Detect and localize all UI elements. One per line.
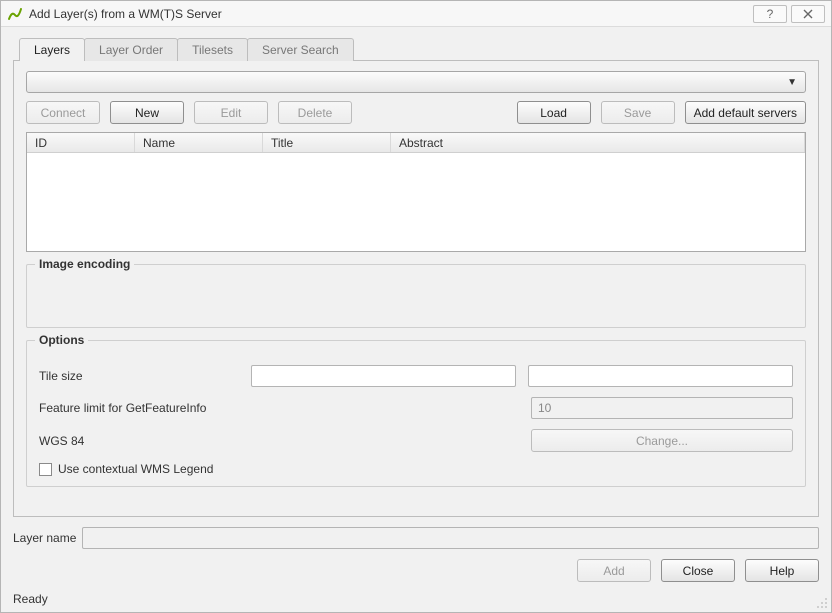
- tab-bar: Layers Layer Order Tilesets Server Searc…: [19, 37, 819, 60]
- contextual-legend-label: Use contextual WMS Legend: [58, 462, 213, 476]
- list-body: [27, 153, 805, 251]
- contextual-legend-checkbox[interactable]: [39, 463, 52, 476]
- window-title: Add Layer(s) from a WM(T)S Server: [29, 7, 749, 21]
- close-titlebar-button[interactable]: [791, 5, 825, 23]
- option-row-crs: WGS 84 Change...: [39, 429, 793, 452]
- button-label: Edit: [221, 106, 242, 120]
- help-button[interactable]: Help: [745, 559, 819, 582]
- connection-button-row: Connect New Edit Delete Load Save Add de…: [26, 101, 806, 124]
- column-label: Abstract: [399, 136, 443, 150]
- change-crs-button[interactable]: Change...: [531, 429, 793, 452]
- tab-label: Server Search: [262, 43, 339, 57]
- layer-name-input[interactable]: [82, 527, 819, 549]
- tile-size-input-1[interactable]: [251, 365, 516, 387]
- option-row-tile-size: Tile size: [39, 365, 793, 387]
- tile-size-input-2[interactable]: [528, 365, 793, 387]
- status-text: Ready: [13, 592, 819, 606]
- tab-server-search[interactable]: Server Search: [247, 38, 354, 61]
- column-label: Name: [143, 136, 175, 150]
- add-default-servers-button[interactable]: Add default servers: [685, 101, 806, 124]
- save-button[interactable]: Save: [601, 101, 675, 124]
- crs-label: WGS 84: [39, 434, 519, 448]
- tab-label: Layer Order: [99, 43, 163, 57]
- tab-label: Layers: [34, 43, 70, 57]
- button-label: Add default servers: [694, 106, 797, 120]
- button-label: Add: [603, 564, 624, 578]
- group-options: Options Tile size Feature limit for GetF…: [26, 340, 806, 487]
- new-button[interactable]: New: [110, 101, 184, 124]
- button-label: New: [135, 106, 159, 120]
- column-header-name[interactable]: Name: [135, 133, 263, 152]
- option-row-contextual-legend: Use contextual WMS Legend: [39, 462, 793, 476]
- app-icon: [7, 6, 23, 22]
- button-label: Connect: [41, 106, 86, 120]
- layer-name-label: Layer name: [13, 531, 76, 545]
- feature-limit-label: Feature limit for GetFeatureInfo: [39, 401, 519, 415]
- button-label: Change...: [636, 434, 688, 448]
- button-label: Close: [683, 564, 714, 578]
- tab-layer-order[interactable]: Layer Order: [84, 38, 178, 61]
- edit-button[interactable]: Edit: [194, 101, 268, 124]
- delete-button[interactable]: Delete: [278, 101, 352, 124]
- close-button[interactable]: Close: [661, 559, 735, 582]
- dialog-window: Add Layer(s) from a WM(T)S Server ? Laye…: [0, 0, 832, 613]
- tile-size-label: Tile size: [39, 369, 239, 383]
- add-button[interactable]: Add: [577, 559, 651, 582]
- feature-limit-input[interactable]: [531, 397, 793, 419]
- load-button[interactable]: Load: [517, 101, 591, 124]
- titlebar: Add Layer(s) from a WM(T)S Server ?: [1, 1, 831, 27]
- tab-page-layers: ▼ Connect New Edit Delete Load Save Add …: [13, 60, 819, 517]
- server-dropdown[interactable]: ▼: [26, 71, 806, 93]
- button-label: Delete: [298, 106, 333, 120]
- list-header: ID Name Title Abstract: [27, 133, 805, 153]
- tab-tilesets[interactable]: Tilesets: [177, 38, 248, 61]
- column-header-abstract[interactable]: Abstract: [391, 133, 805, 152]
- resize-grip-icon[interactable]: [816, 597, 828, 609]
- button-label: Save: [624, 106, 651, 120]
- group-legend: Image encoding: [35, 257, 134, 271]
- chevron-down-icon: ▼: [787, 77, 797, 88]
- option-row-feature-limit: Feature limit for GetFeatureInfo: [39, 397, 793, 419]
- help-titlebar-button[interactable]: ?: [753, 5, 787, 23]
- connect-button[interactable]: Connect: [26, 101, 100, 124]
- layer-name-row: Layer name: [13, 527, 819, 549]
- tab-layers[interactable]: Layers: [19, 38, 85, 61]
- dialog-button-row: Add Close Help: [13, 559, 819, 582]
- column-label: Title: [271, 136, 293, 150]
- group-legend: Options: [35, 333, 88, 347]
- group-image-encoding: Image encoding: [26, 264, 806, 328]
- column-header-title[interactable]: Title: [263, 133, 391, 152]
- column-header-id[interactable]: ID: [27, 133, 135, 152]
- column-label: ID: [35, 136, 47, 150]
- button-label: Help: [770, 564, 795, 578]
- tab-label: Tilesets: [192, 43, 233, 57]
- dialog-content: Layers Layer Order Tilesets Server Searc…: [1, 27, 831, 612]
- layers-list[interactable]: ID Name Title Abstract: [26, 132, 806, 252]
- button-label: Load: [540, 106, 567, 120]
